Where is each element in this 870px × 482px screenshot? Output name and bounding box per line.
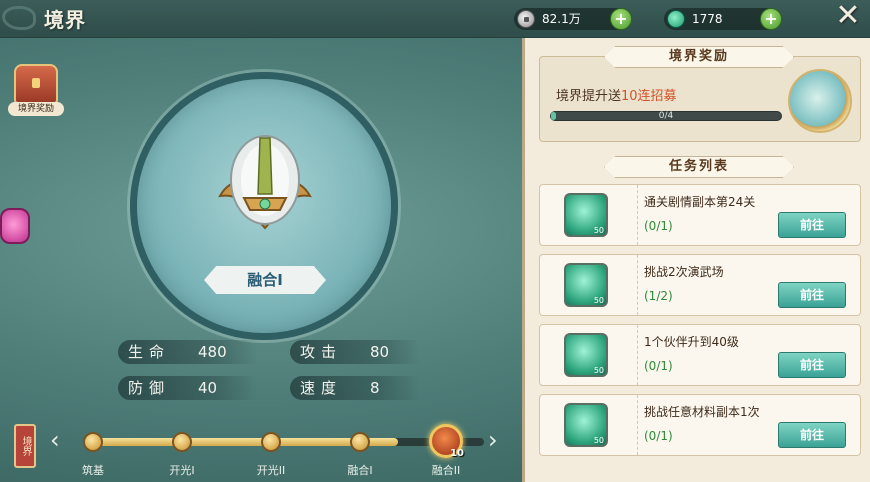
task-name: 挑战2次演武场 xyxy=(644,265,724,279)
realm-screen: 境界 82.1万 + 1778 + ✕ 境界奖励 融合I 生命 480 攻击 8… xyxy=(0,0,870,482)
task-item-4: 50 挑战任意材料副本1次 (0/1) 前往 xyxy=(539,394,861,456)
stat-speed-label: 速度 xyxy=(300,379,343,397)
coin-value: 82.1万 xyxy=(542,12,581,26)
task-name: 通关剧情副本第24关 xyxy=(644,195,756,209)
task-item-1: 50 通关剧情副本第24关 (0/1) 前往 xyxy=(539,184,861,246)
reward-dragon-icon[interactable] xyxy=(788,69,852,133)
go-button[interactable]: 前往 xyxy=(778,422,846,448)
current-stage-level: 10 xyxy=(450,448,464,459)
pink-event-icon[interactable] xyxy=(0,208,30,244)
top-bar: 境界 82.1万 + 1778 + ✕ xyxy=(0,0,870,38)
close-button[interactable]: ✕ xyxy=(826,0,870,34)
jade-dragon-icon xyxy=(667,10,685,28)
page-title: 境界 xyxy=(44,8,86,32)
task-list-header: 任务列表 xyxy=(604,156,794,178)
jade-dragon-reward-icon: 50 xyxy=(564,193,608,237)
add-gems-button[interactable]: + xyxy=(760,8,782,30)
stat-defense-value: 40 xyxy=(198,379,218,397)
stage-node-current[interactable]: 10 xyxy=(429,424,464,459)
realm-reward-side-button[interactable]: 境界奖励 xyxy=(6,60,66,120)
task-item-3: 50 1个伙伴升到40级 (0/1) 前往 xyxy=(539,324,861,386)
reward-header: 境界奖励 xyxy=(604,46,794,68)
stage-node-2[interactable] xyxy=(172,432,192,452)
stat-attack-label: 攻击 xyxy=(300,343,343,361)
reward-text-prefix: 境界提升送 xyxy=(556,89,622,104)
stage-node-4[interactable] xyxy=(350,432,370,452)
coin-counter: 82.1万 + xyxy=(514,8,632,30)
stage-label-2: 开光I xyxy=(169,464,195,477)
stage-label-1: 筑基 xyxy=(82,464,104,477)
stat-defense-label: 防御 xyxy=(128,379,171,397)
reward-box: 境界提升送10连招募 0/4 xyxy=(539,56,861,142)
reward-text-highlight: 10连招募 xyxy=(621,89,677,104)
realm-rank-label: 融合I xyxy=(204,266,326,294)
task-progress: (0/1) xyxy=(644,359,673,373)
stat-attack: 攻击 80 xyxy=(290,340,420,364)
stage-node-3[interactable] xyxy=(261,432,281,452)
right-panel: 境界提升送10连招募 0/4 境界奖励 任务列表 50 通关剧情副本第24关 (… xyxy=(522,38,870,482)
stage-node-1[interactable] xyxy=(83,432,103,452)
go-button[interactable]: 前往 xyxy=(778,352,846,378)
stat-speed: 速度 8 xyxy=(290,376,420,400)
jade-dragon-reward-icon: 50 xyxy=(564,333,608,377)
reward-progress-text: 0/4 xyxy=(658,111,674,121)
realm-emblem-icon xyxy=(218,135,312,230)
task-progress: (1/2) xyxy=(644,289,673,303)
stat-attack-value: 80 xyxy=(370,343,390,361)
task-name: 1个伙伴升到40级 xyxy=(644,335,739,349)
stat-speed-value: 8 xyxy=(370,379,380,397)
go-button[interactable]: 前往 xyxy=(778,282,846,308)
chevron-left-icon[interactable]: ‹ xyxy=(50,428,60,452)
stat-hp: 生命 480 xyxy=(118,340,258,364)
task-progress: (0/1) xyxy=(644,429,673,443)
jade-dragon-reward-icon: 50 xyxy=(564,403,608,447)
chevron-right-icon[interactable]: › xyxy=(488,428,498,452)
reward-text: 境界提升送10连招募 xyxy=(556,85,677,104)
realm-reward-side-label: 境界奖励 xyxy=(8,102,64,116)
reward-progress-bar: 0/4 xyxy=(550,111,782,121)
task-item-2: 50 挑战2次演武场 (1/2) 前往 xyxy=(539,254,861,316)
stat-hp-label: 生命 xyxy=(128,343,171,361)
stat-hp-value: 480 xyxy=(198,343,227,361)
stat-defense: 防御 40 xyxy=(118,376,258,400)
stage-label-4: 融合I xyxy=(347,464,373,477)
stage-label-5: 融合II xyxy=(431,464,461,477)
coin-icon xyxy=(517,10,535,28)
task-progress: (0/1) xyxy=(644,219,673,233)
gem-value: 1778 xyxy=(692,12,723,26)
go-button[interactable]: 前往 xyxy=(778,212,846,238)
task-name: 挑战任意材料副本1次 xyxy=(644,405,760,419)
add-coins-button[interactable]: + xyxy=(610,8,632,30)
jade-dragon-reward-icon: 50 xyxy=(564,263,608,307)
treasure-chest-icon xyxy=(14,64,58,104)
cloud-ornament-icon xyxy=(2,6,36,30)
gem-counter: 1778 + xyxy=(664,8,782,30)
realm-seal-icon: 境界 xyxy=(14,424,36,468)
stage-label-3: 开光II xyxy=(256,464,286,477)
